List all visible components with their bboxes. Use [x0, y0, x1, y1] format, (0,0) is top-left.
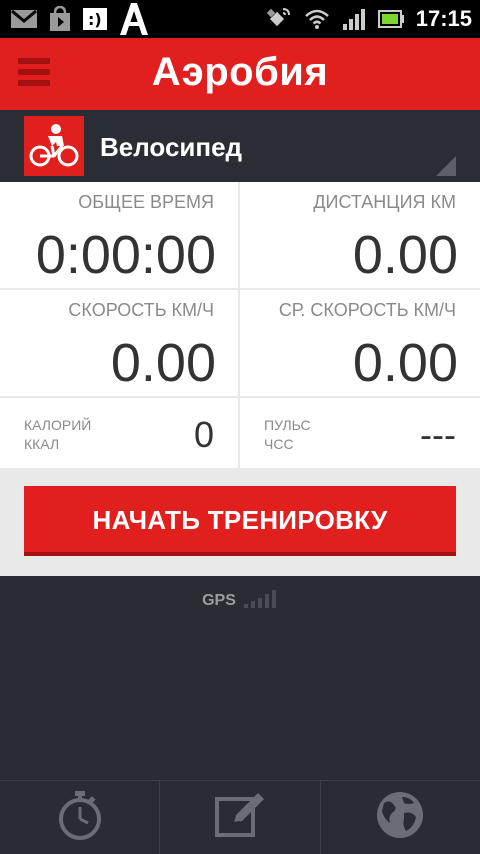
pulse-label-line2: ЧСС [264, 436, 294, 452]
nav-edit[interactable] [160, 781, 321, 854]
pulse-cell: ПУЛЬС ЧСС --- [240, 398, 480, 468]
distance-label: ДИСТАНЦИЯ КМ [313, 192, 456, 212]
battery-icon [377, 10, 404, 28]
gps-label: GPS [202, 592, 236, 609]
calories-value: 0 [193, 414, 214, 455]
distance-cell: ДИСТАНЦИЯ КМ 0.00 [240, 182, 480, 288]
distance-value: 0.00 [352, 225, 458, 285]
speed-value: 0.00 [110, 333, 216, 393]
total-time-cell: ОБЩЕЕ ВРЕМЯ 0:00:00 [0, 182, 238, 288]
signal-icon [342, 8, 366, 30]
nav-stopwatch[interactable] [0, 781, 161, 854]
globe-icon [374, 789, 426, 846]
bottom-navigation [0, 780, 480, 854]
clock: 17:15 [415, 6, 472, 31]
pulse-label-line1: ПУЛЬС [264, 417, 311, 433]
gmail-icon [10, 8, 38, 30]
activity-selector[interactable]: Велосипед [0, 110, 480, 182]
gps-indicator: GPS [0, 588, 480, 614]
edit-note-icon [214, 789, 266, 846]
activity-label: Велосипед [100, 132, 243, 162]
pulse-value: --- [420, 414, 456, 455]
store-icon [48, 6, 72, 32]
avg-speed-label: СР. СКОРОСТЬ КМ/Ч [278, 300, 456, 320]
calories-cell: КАЛОРИЙ ККАЛ 0 [0, 398, 238, 468]
total-time-label: ОБЩЕЕ ВРЕМЯ [78, 192, 214, 212]
calories-label: КАЛОРИЙ ККАЛ [24, 416, 91, 454]
status-bar: :) 17:15 [0, 0, 480, 38]
speed-label: СКОРОСТЬ КМ/Ч [68, 300, 214, 320]
calories-label-line1: КАЛОРИЙ [24, 417, 92, 433]
avg-speed-value: 0.00 [352, 333, 458, 393]
bicycle-icon [24, 116, 84, 176]
start-workout-button[interactable]: НАЧАТЬ ТРЕНИРОВКУ [24, 486, 456, 556]
dropdown-corner-icon [436, 156, 456, 176]
font-a-icon [118, 2, 150, 36]
app-bar: Аэробия [0, 38, 480, 110]
pulse-label: ПУЛЬС ЧСС [264, 416, 311, 454]
stats-panel: ОБЩЕЕ ВРЕМЯ 0:00:00 ДИСТАНЦИЯ КМ 0.00 СК… [0, 182, 480, 576]
total-time-value: 0:00:00 [35, 225, 216, 285]
svg-text::): :) [88, 10, 102, 29]
app-title: Аэробия [151, 50, 329, 94]
nav-globe[interactable] [321, 781, 480, 854]
speed-cell: СКОРОСТЬ КМ/Ч 0.00 [0, 290, 238, 396]
screenshot-icon: :) [82, 7, 108, 31]
gps-signal-icon [242, 589, 278, 613]
stopwatch-icon [55, 789, 105, 846]
avg-speed-cell: СР. СКОРОСТЬ КМ/Ч 0.00 [240, 290, 480, 396]
calories-label-line2: ККАЛ [24, 436, 60, 452]
gps-icon [266, 6, 292, 32]
wifi-icon [304, 8, 330, 30]
